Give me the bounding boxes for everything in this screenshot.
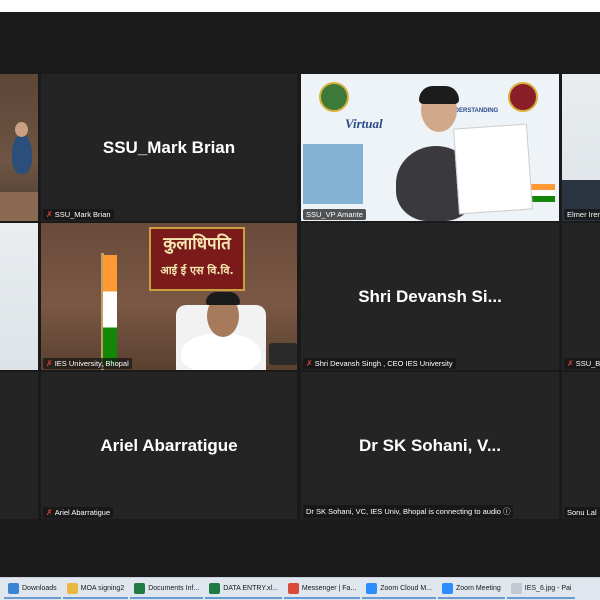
participant-label: SSU_VP Amante [303,209,366,220]
windows-taskbar: Downloads MOA signing2 Documents Inf... DAT… [0,577,600,600]
india-flag-icon [529,184,555,202]
desk [0,192,38,221]
video-tile-ariel[interactable]: Ariel Abarratigue ✗ Ariel Abarratigue [41,372,297,519]
participant-figure [12,134,32,174]
taskbar-item-label: Downloads [22,584,57,592]
video-tile-left-bottom[interactable] [0,372,38,519]
participant-label-text: Elmer Irene [567,210,600,219]
participant-label-text: IES University, Bhopal [54,359,129,368]
sign-line-1: कुलाधिपति [163,234,231,254]
video-tile-vp-amante[interactable]: Virtual UNDERSTANDING SSU_VP Amante [301,74,559,221]
desk-phone [269,343,297,365]
taskbar-item[interactable]: Messenger | Fa... [283,580,361,599]
participant-hair [206,292,240,305]
taskbar-item-label: DATA ENTRY.xl... [223,584,278,592]
video-feed-light [0,223,38,370]
participant-name-display: Dr SK Sohani, V... [358,435,502,455]
participant-label: ✗ Shri Devansh Singh , CEO IES Universit… [303,358,456,369]
taskbar-item-label: Zoom Cloud M... [380,584,433,592]
paint-icon [510,582,522,594]
video-tile-elmer[interactable]: Elmer Irene [562,74,600,221]
participant-label-text: Dr SK Sohani, VC, IES Univ, Bhopal is co… [306,507,501,516]
taskbar-item-label: MOA signing2 [80,584,125,592]
mic-muted-icon: ✗ [567,358,574,368]
zoom-gallery-view: SSU_Mark Brian ✗ SSU_Mark Brian Virtual … [0,12,600,577]
download-icon [8,582,19,594]
mic-muted-icon: ✗ [46,209,53,219]
university-seal-icon [508,82,538,112]
sign-line-2: आई ई एस वि.वि. [160,264,234,277]
participant-label-text: SSU_VP Amante [306,210,363,219]
taskbar-item[interactable]: Documents Inf... [130,580,204,599]
participant-label: ✗ IES University, Bhopal [43,358,132,369]
participant-name-display: Shri Devansh Si... [358,286,502,306]
video-tile-sohani[interactable]: Dr SK Sohani, V... Dr SK Sohani, VC, IES… [301,372,559,519]
india-flag-icon [103,255,117,365]
taskbar-item[interactable]: Zoom Cloud M... [362,580,437,599]
mic-muted-icon: ✗ [46,507,53,517]
folder-icon [66,582,78,594]
video-tile-ies-bhopal[interactable]: कुलाधिपति आई ई एस वि.वि. ✗ IES Universit… [41,223,297,370]
participant-label: ✗ SSU_Bry [564,358,600,369]
video-tile-left-mid[interactable] [0,223,38,370]
taskbar-item-label: IES_6.jpg - Pai [524,584,572,592]
participant-body [181,333,261,370]
participant-hair [419,86,459,104]
video-tile-devansh[interactable]: Shri Devansh Si... ✗ Shri Devansh Singh … [301,223,559,370]
participant-name-display: Ariel Abarratigue [100,435,238,455]
participant-label-text: SSU_Mark Brian [54,210,111,219]
taskbar-item-label: Zoom Meeting [456,584,501,592]
excel-icon [209,582,221,594]
window-top-bar [0,0,600,12]
video-tile-ssu-bry[interactable]: ✗ SSU_Bry [562,223,600,370]
participant-label-text: Sonu Lal [567,508,597,517]
banner-graphic [303,144,363,204]
video-tile-mark-brian[interactable]: SSU_Mark Brian ✗ SSU_Mark Brian [41,74,297,221]
participant-label: Elmer Irene [564,209,600,220]
connecting-dots-icon: ⓘ [502,507,511,516]
taskbar-item[interactable]: DATA ENTRY.xl... [205,580,282,599]
participant-label-text: SSU_Bry [575,359,600,368]
participant-label: ✗ Ariel Abarratigue [43,507,114,518]
video-tile-room-left[interactable] [0,74,38,221]
taskbar-item[interactable]: MOA signing2 [62,580,129,599]
university-seal-icon [319,82,349,112]
participant-label: ✗ SSU_Mark Brian [43,209,114,220]
participant-face [15,122,28,137]
chrome-icon [287,582,299,594]
video-tile-sonu[interactable]: Sonu Lal [562,372,600,519]
mic-muted-icon: ✗ [46,358,53,368]
taskbar-item[interactable]: Zoom Meeting [438,580,505,599]
zoom-icon [442,582,454,594]
mic-muted-icon: ✗ [306,358,313,368]
taskbar-item-label: Messenger | Fa... [301,584,357,592]
taskbar-item[interactable]: IES_6.jpg - Pai [506,580,576,599]
participant-label: Dr SK Sohani, VC, IES Univ, Bhopal is co… [303,505,514,518]
participant-label-text: Ariel Abarratigue [54,508,111,517]
signed-document [453,123,533,215]
taskbar-item-label: Documents Inf... [148,584,200,592]
taskbar-item[interactable]: Downloads [4,580,61,599]
participant-name-display: SSU_Mark Brian [102,137,236,157]
participant-label-text: Shri Devansh Singh , CEO IES University [314,359,453,368]
zoom-icon [366,582,378,594]
excel-icon [134,582,146,594]
banner-title: Virtual [345,116,383,131]
participant-label: Sonu Lal [564,507,600,518]
